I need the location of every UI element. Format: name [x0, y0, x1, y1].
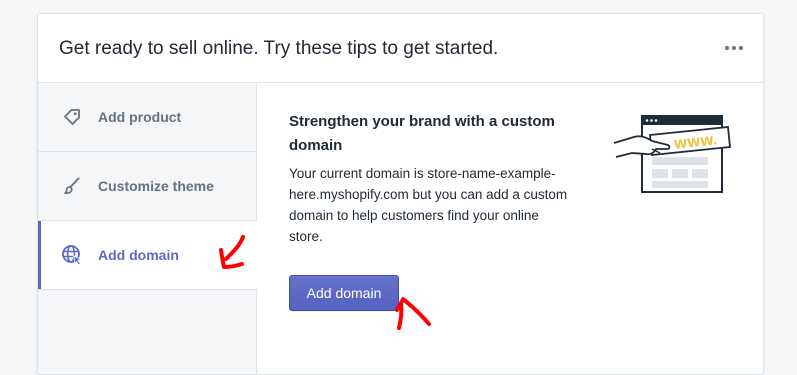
sidebar-item-label: Add domain — [98, 247, 179, 263]
annotation-arrow-sidebar — [219, 235, 245, 269]
annotation-arrow-button — [395, 297, 431, 330]
card-title: Get ready to sell online. Try these tips… — [59, 38, 499, 59]
tip-description: Your current domain is store-name-exampl… — [289, 166, 568, 244]
paintbrush-icon — [61, 175, 83, 197]
sidebar-item-label: Add product — [98, 109, 182, 125]
tip-content: Strengthen your brand with a custom doma… — [257, 83, 763, 374]
more-actions-button[interactable] — [723, 40, 745, 56]
globe-icon — [61, 244, 83, 266]
add-domain-button[interactable]: Add domain — [289, 275, 399, 311]
sidebar-item-customize-theme[interactable]: Customize theme — [38, 152, 257, 221]
tips-sidebar: Add product Customize theme Add domain — [38, 83, 258, 374]
sidebar-item-add-product[interactable]: Add product — [38, 83, 257, 152]
card-header: Get ready to sell online. Try these tips… — [38, 14, 763, 83]
horizontal-dots-icon — [725, 46, 729, 50]
tip-heading: Strengthen your brand with a custom doma… — [289, 113, 555, 154]
tag-icon — [61, 106, 83, 128]
browser-www-illustration: WWW. — [613, 115, 731, 193]
sidebar-item-label: Customize theme — [98, 178, 214, 194]
